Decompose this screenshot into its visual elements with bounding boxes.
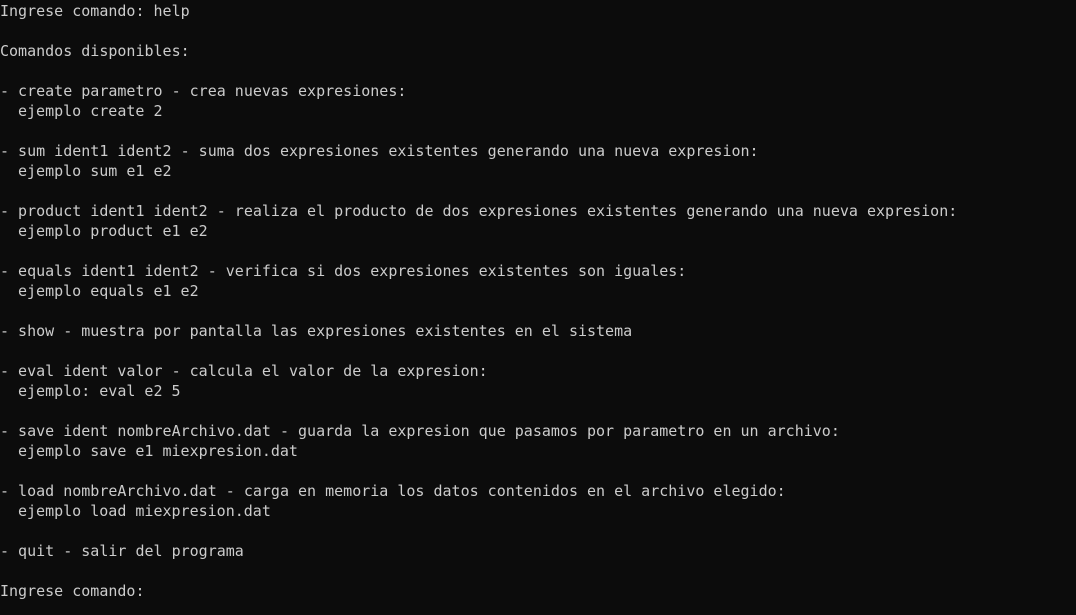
command-eval-example: ejemplo: eval e2 5 bbox=[18, 382, 181, 400]
command-equals-example: ejemplo equals e1 e2 bbox=[18, 282, 199, 300]
command-equals-line: - equals ident1 ident2 - verifica si dos… bbox=[0, 262, 687, 280]
command-sum-line: - sum ident1 ident2 - suma dos expresion… bbox=[0, 142, 759, 160]
command-product-example: ejemplo product e1 e2 bbox=[18, 222, 208, 240]
command-load-line: - load nombreArchivo.dat - carga en memo… bbox=[0, 482, 786, 500]
command-eval-line: - eval ident valor - calcula el valor de… bbox=[0, 362, 488, 380]
typed-command: help bbox=[153, 2, 190, 20]
command-load-example: ejemplo load miexpresion.dat bbox=[18, 502, 271, 520]
prompt-label: Ingrese comando: bbox=[0, 582, 145, 600]
command-save-example: ejemplo save e1 miexpresion.dat bbox=[18, 442, 298, 460]
command-sum-example: ejemplo sum e1 e2 bbox=[18, 162, 172, 180]
command-create-example: ejemplo create 2 bbox=[18, 102, 163, 120]
command-create-line: - create parametro - crea nuevas expresi… bbox=[0, 82, 407, 100]
prompt-label: Ingrese comando: bbox=[0, 2, 154, 20]
prompt-line: Ingrese comando: help bbox=[0, 1, 1076, 21]
command-save-line: - save ident nombreArchivo.dat - guarda … bbox=[0, 422, 840, 440]
active-prompt-line[interactable]: Ingrese comando: bbox=[0, 581, 1076, 601]
command-quit-line: - quit - salir del programa bbox=[0, 542, 244, 560]
terminal-window[interactable]: Ingrese comando: help Comandos disponibl… bbox=[0, 0, 1076, 615]
command-product-line: - product ident1 ident2 - realiza el pro… bbox=[0, 202, 958, 220]
command-show-line: - show - muestra por pantalla las expres… bbox=[0, 322, 633, 340]
help-heading: Comandos disponibles: bbox=[0, 42, 190, 60]
